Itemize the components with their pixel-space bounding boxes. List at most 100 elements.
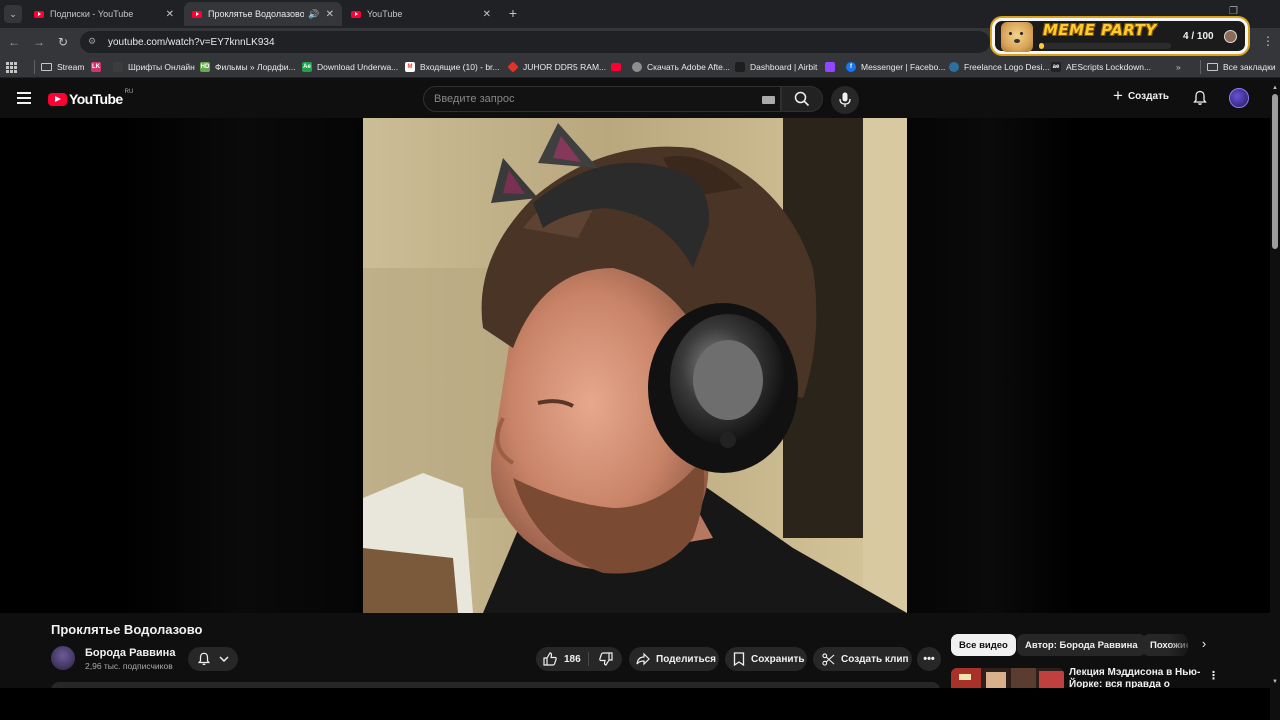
notifications-bell-icon[interactable]	[1192, 90, 1208, 106]
search-button[interactable]	[781, 86, 823, 112]
bookmark-stream[interactable]: Stream	[34, 60, 84, 74]
chevron-right-icon[interactable]: ›	[1196, 636, 1212, 654]
save-label: Сохранить	[751, 653, 805, 665]
url-text: youtube.com/watch?v=EY7knnLK934	[108, 36, 275, 48]
more-dots-icon: •••	[923, 653, 935, 665]
apps-grid-icon[interactable]	[6, 60, 17, 74]
youtube-logo[interactable]: YouTube RU	[48, 89, 134, 107]
tab-subscriptions[interactable]: Подписки - YouTube ✕	[26, 2, 182, 26]
tab-title: YouTube	[367, 9, 403, 19]
bookmark-youtube[interactable]	[611, 60, 626, 74]
meme-progress-fill	[1039, 43, 1045, 49]
bookmark-gmail[interactable]: M Входящие (10) - br...	[405, 60, 500, 74]
bookmark-label: Stream	[57, 62, 85, 72]
scroll-up-icon[interactable]: ▲	[1272, 85, 1278, 91]
bookmark-lk[interactable]: LK	[91, 60, 106, 74]
doge-logo-icon	[1001, 22, 1033, 52]
dislike-button[interactable]	[589, 647, 622, 671]
keyboard-icon[interactable]	[762, 96, 775, 104]
bookmark-adobe[interactable]: Скачать Adobe Afte...	[632, 60, 730, 74]
youtube-favicon-icon	[192, 10, 202, 18]
page-scrollbar[interactable]: ▲ ▼	[1270, 79, 1280, 720]
bookmark-icon	[733, 652, 745, 666]
channel-avatar[interactable]	[51, 646, 75, 670]
chip-all-videos[interactable]: Все видео	[951, 634, 1016, 656]
bookmark-label: Фильмы » Лордфи...	[215, 62, 296, 72]
address-bar[interactable]: ⚙ youtube.com/watch?v=EY7knnLK934	[80, 31, 990, 53]
aliexpress-icon	[507, 61, 519, 73]
restore-window-icon[interactable]: ❐	[1229, 6, 1238, 17]
chip-fade	[1168, 632, 1196, 658]
bookmark-lordfilm[interactable]: HD Фильмы » Лордфи...	[200, 60, 296, 74]
bookmark-aliexpress[interactable]: JUHOR DDR5 RAM...	[507, 60, 606, 74]
close-icon[interactable]: ✕	[326, 9, 334, 20]
more-bookmarks-icon[interactable]: »	[1176, 60, 1181, 74]
chevron-down-icon	[219, 656, 229, 663]
tab-title: Подписки - YouTube	[50, 9, 134, 19]
bookmark-label: Download Underwa...	[317, 62, 399, 72]
close-icon[interactable]: ✕	[483, 9, 491, 20]
recommendation-title[interactable]: Лекция Мэддисона в Нью-Йорке: вся правда…	[1069, 667, 1205, 689]
voice-search-button[interactable]	[831, 86, 859, 114]
globe-icon	[632, 62, 642, 72]
bookmark-freelance-logo[interactable]: Freelance Logo Desi...	[949, 60, 1050, 74]
speaker-icon[interactable]: 🔊	[308, 9, 319, 20]
close-icon[interactable]: ✕	[166, 9, 174, 20]
bookmark-label: Dashboard | Airbit	[750, 62, 818, 72]
chip-by-author[interactable]: Автор: Борода Раввина	[1017, 634, 1146, 656]
search-input[interactable]: Введите запрос	[423, 86, 781, 112]
youtube-wordmark: YouTube	[69, 91, 123, 107]
ambient-glow-left	[120, 118, 363, 613]
site-info-icon[interactable]: ⚙	[88, 36, 100, 48]
bookmark-fonts[interactable]: Шрифты Онлайн	[113, 60, 195, 74]
youtube-play-icon	[48, 92, 67, 106]
facebook-icon: f	[846, 62, 856, 72]
channel-name[interactable]: Борода Раввина	[85, 647, 175, 659]
create-label: Создать	[1127, 90, 1170, 102]
tab-search-button[interactable]: ⌄	[4, 5, 22, 23]
bookmark-messenger[interactable]: f Messenger | Facebo...	[846, 60, 945, 74]
meme-party-widget[interactable]: MEME PARTY 4 / 100	[992, 18, 1248, 54]
save-button[interactable]: Сохранить	[725, 647, 807, 671]
ambient-glow-right	[907, 118, 1077, 613]
bottom-cutoff	[0, 688, 1270, 720]
menu-icon[interactable]	[17, 92, 31, 104]
bookmark-aescripts[interactable]: ae AEScripts Lockdown...	[1051, 60, 1151, 74]
bookmark-label: Скачать Adobe Afte...	[647, 62, 730, 72]
bookmark-label: Шрифты Онлайн	[128, 62, 195, 72]
video-still-image	[363, 118, 907, 613]
account-avatar[interactable]	[1229, 88, 1249, 108]
video-player[interactable]	[0, 118, 1270, 613]
bookmark-airbit[interactable]: Dashboard | Airbit	[735, 60, 817, 74]
all-bookmarks-folder[interactable]: Все закладки	[1200, 60, 1276, 74]
create-button[interactable]: + Создать	[1113, 87, 1170, 104]
bookmark-label: AEScripts Lockdown...	[1066, 62, 1152, 72]
scroll-down-icon[interactable]: ▼	[1272, 679, 1278, 685]
more-actions-button[interactable]: •••	[917, 647, 941, 671]
scrollbar-thumb[interactable]	[1272, 94, 1278, 249]
tab-current-video[interactable]: Проклятье Водолазово - YouTube 🔊 ✕	[184, 2, 342, 26]
subscriber-count: 2,96 тыс. подписчиков	[85, 661, 173, 671]
microphone-icon	[839, 92, 851, 107]
like-dislike-group: 186	[536, 647, 622, 671]
video-frame[interactable]	[363, 118, 907, 613]
region-code: RU	[124, 89, 134, 95]
subscribed-notifications-button[interactable]	[188, 647, 238, 671]
twitch-icon	[825, 62, 835, 72]
browser-menu-icon[interactable]: ⋮	[1262, 34, 1274, 48]
share-label: Поделиться	[656, 653, 717, 665]
thumbs-down-icon	[598, 652, 613, 666]
bookmark-twitch[interactable]	[825, 60, 840, 74]
gmail-icon: M	[405, 62, 415, 72]
back-button[interactable]: ←	[6, 34, 22, 50]
forward-button[interactable]: →	[31, 34, 47, 50]
search-placeholder: Введите запрос	[434, 93, 515, 105]
share-button[interactable]: Поделиться	[629, 647, 719, 671]
bookmark-underwater[interactable]: Ae Download Underwa...	[302, 60, 398, 74]
reload-button[interactable]: ↻	[55, 34, 71, 50]
like-button[interactable]: 186	[536, 647, 588, 671]
recommendation-menu-icon[interactable]: ⋮	[1208, 669, 1219, 682]
tab-youtube[interactable]: YouTube ✕	[343, 2, 499, 26]
create-clip-button[interactable]: Создать клип	[813, 647, 912, 671]
new-tab-button[interactable]: +	[505, 5, 521, 21]
